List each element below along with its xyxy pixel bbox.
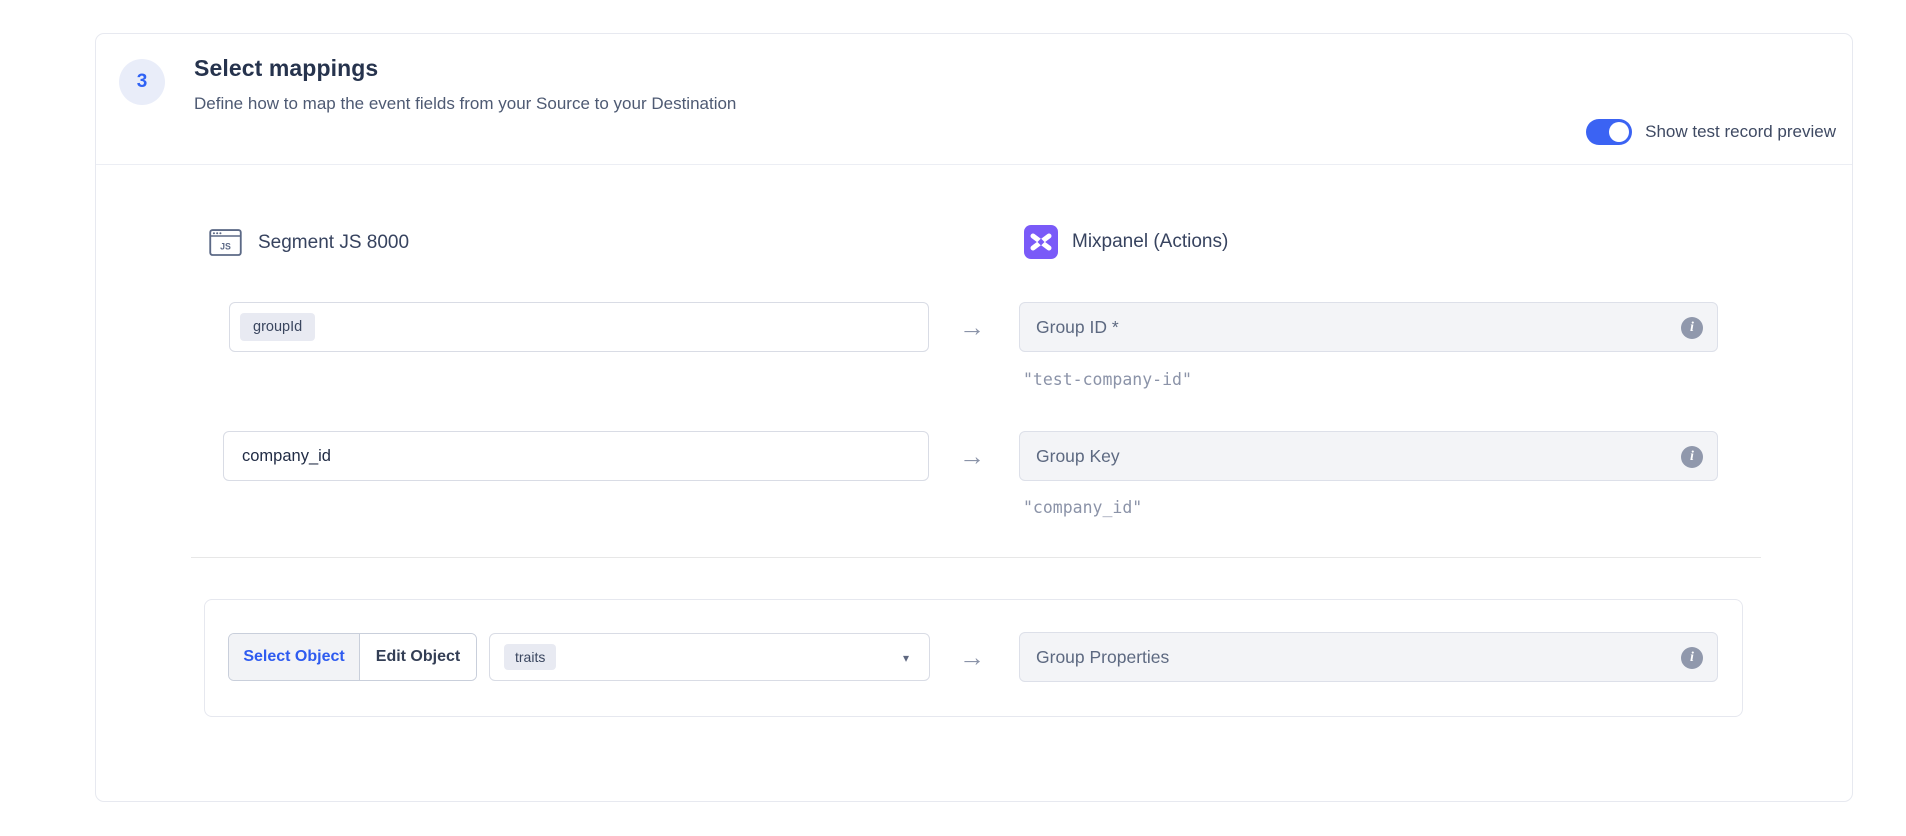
source-header: JS Segment JS 8000 [207, 224, 409, 261]
test-preview-value: "company_id" [1023, 498, 1142, 517]
section-divider [191, 557, 1761, 558]
source-field-input-group-id[interactable]: groupId [229, 302, 929, 352]
destination-field-group-properties: Group Properties i [1019, 632, 1718, 682]
mapping-arrow-icon: → [952, 632, 992, 682]
destination-header: Mixpanel (Actions) [1024, 225, 1228, 259]
destination-field-label: Group ID * [1036, 317, 1119, 338]
select-mappings-card: 3 Select mappings Define how to map the … [95, 33, 1853, 802]
destination-field-label: Group Key [1036, 446, 1120, 467]
select-object-button[interactable]: Select Object [229, 634, 360, 680]
source-field-value: company_id [242, 447, 331, 466]
info-icon[interactable]: i [1681, 317, 1703, 339]
object-mode-segmented-control: Select Object Edit Object [228, 633, 477, 681]
destination-name: Mixpanel (Actions) [1072, 231, 1228, 253]
source-field-input-group-key[interactable]: company_id [223, 431, 929, 481]
mapping-arrow-icon: → [952, 302, 992, 352]
page-subtitle: Define how to map the event fields from … [194, 94, 736, 114]
source-token-chip[interactable]: groupId [240, 313, 315, 341]
step-number: 3 [137, 71, 148, 93]
object-source-dropdown[interactable]: traits ▾ [489, 633, 930, 681]
toggle-knob [1609, 122, 1629, 142]
step-number-badge: 3 [119, 59, 165, 105]
info-icon[interactable]: i [1681, 446, 1703, 468]
destination-field-label: Group Properties [1036, 647, 1169, 668]
header-divider [96, 164, 1852, 165]
page-title: Select mappings [194, 55, 378, 82]
mapping-arrow-icon: → [952, 431, 992, 481]
chevron-down-icon: ▾ [903, 651, 909, 665]
object-token-chip: traits [504, 644, 556, 670]
test-preview-value: "test-company-id" [1023, 370, 1192, 389]
info-icon[interactable]: i [1681, 647, 1703, 669]
show-test-record-preview-toggle[interactable] [1586, 119, 1632, 145]
destination-field-group-key: Group Key i [1019, 431, 1718, 481]
js-browser-icon: JS [207, 224, 244, 261]
svg-text:JS: JS [220, 241, 231, 251]
mixpanel-icon [1024, 225, 1058, 259]
source-name: Segment JS 8000 [258, 232, 409, 254]
toggle-label: Show test record preview [1645, 122, 1836, 142]
edit-object-button[interactable]: Edit Object [360, 634, 476, 680]
test-record-preview-toggle-row: Show test record preview [1586, 119, 1836, 145]
destination-field-group-id: Group ID * i [1019, 302, 1718, 352]
